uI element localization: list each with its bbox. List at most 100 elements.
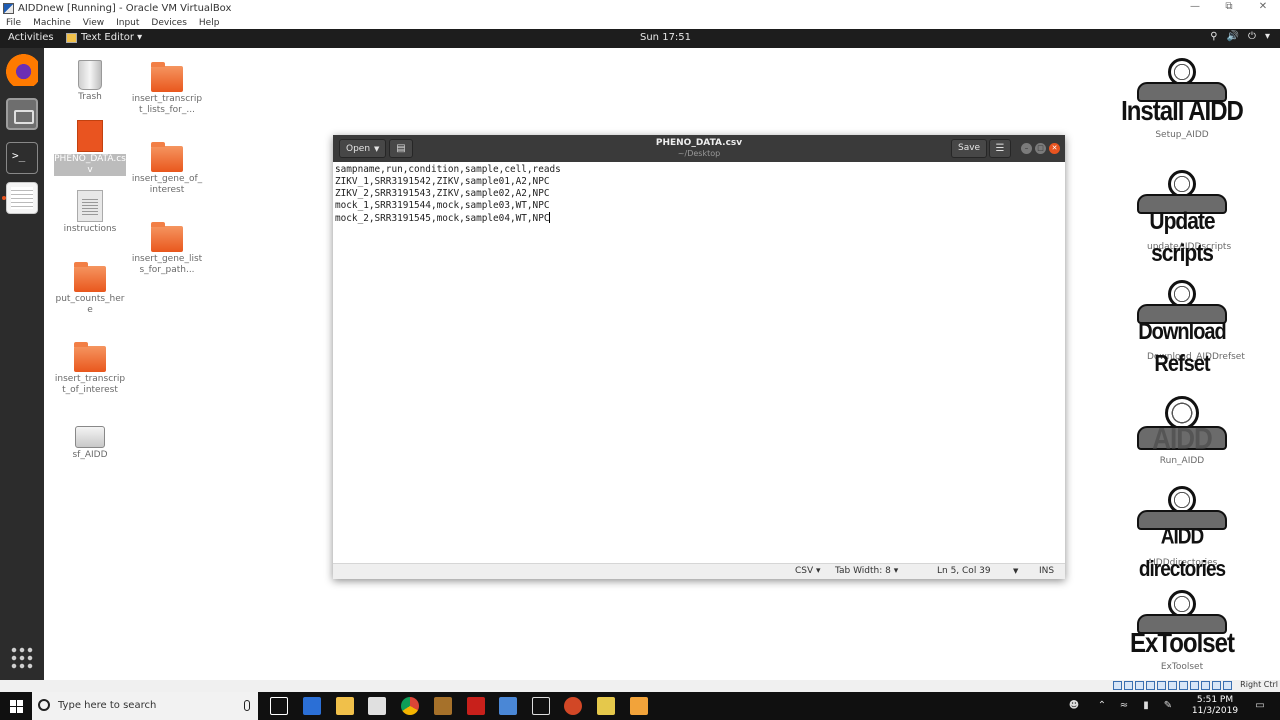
- task-view-icon[interactable]: [270, 697, 288, 715]
- hamburger-menu-button[interactable]: ☰: [989, 139, 1011, 158]
- desktop-icon-transcript-of-interest[interactable]: insert_transcript_of_interest: [54, 342, 126, 396]
- virtualbox-icon[interactable]: [499, 697, 517, 715]
- text-editor-area[interactable]: sampname,run,condition,sample,cell,reads…: [333, 162, 1065, 563]
- desktop-icon-put-counts[interactable]: put_counts_here: [54, 262, 126, 316]
- desktop-icon-label: put_counts_here: [55, 294, 125, 315]
- menu-help[interactable]: Help: [199, 18, 220, 28]
- desktop-icon-instructions[interactable]: instructions: [54, 190, 126, 235]
- powerpoint-icon[interactable]: [564, 697, 582, 715]
- desktop-icon-sf-aidd[interactable]: sf_AIDD: [54, 426, 126, 461]
- vbox-window-controls: — ⧉ ✕: [1178, 0, 1280, 16]
- menu-file[interactable]: File: [6, 18, 21, 28]
- optical-drive-icon[interactable]: [1124, 681, 1133, 690]
- desktop-icon-label: insert_transcript_of_interest: [54, 374, 126, 395]
- menu-view[interactable]: View: [83, 18, 104, 28]
- usb-icon[interactable]: [1157, 681, 1166, 690]
- desktop-icon-transcript-lists[interactable]: insert_transcript_lists_for_...: [131, 62, 203, 116]
- close-icon[interactable]: ✕: [1246, 0, 1280, 16]
- trash-icon: [78, 60, 102, 90]
- minimize-icon[interactable]: —: [1178, 0, 1212, 16]
- menu-devices[interactable]: Devices: [151, 18, 186, 28]
- windows-logo-icon: [10, 707, 16, 713]
- cursor-position[interactable]: Ln 5, Col 39: [937, 566, 991, 576]
- aidd-logo-icon: Update scripts: [1121, 170, 1243, 267]
- chrome-icon[interactable]: [401, 697, 419, 715]
- firefox-icon[interactable]: [6, 54, 38, 86]
- taskbar-time[interactable]: 5:51 PM: [1190, 695, 1240, 705]
- restore-icon[interactable]: ⧉: [1212, 0, 1246, 16]
- menu-input[interactable]: Input: [116, 18, 139, 28]
- minimize-button[interactable]: –: [1021, 143, 1032, 154]
- windows-logo-icon: [17, 707, 23, 713]
- pen-icon[interactable]: ✎: [1162, 700, 1174, 712]
- battery-icon[interactable]: ▮: [1140, 700, 1152, 712]
- system-tray[interactable]: ⚲ 🔊 ⏻ ▾: [1210, 31, 1270, 42]
- app-icon[interactable]: [434, 697, 452, 715]
- mail-icon[interactable]: [368, 697, 386, 715]
- microphone-icon[interactable]: [244, 700, 250, 711]
- files-icon[interactable]: [6, 98, 38, 130]
- text-editor-icon[interactable]: [6, 182, 38, 214]
- hard-disk-icon[interactable]: [1113, 681, 1122, 690]
- desktop-icon-pheno-data[interactable]: PHENO_DATA.csv: [54, 120, 126, 176]
- aidd-launcher-update[interactable]: Update scripts updateAIDDscripts: [1117, 170, 1247, 267]
- save-button[interactable]: Save: [951, 139, 988, 158]
- aidd-launcher-download[interactable]: Download Refset Download_AIDDrefset: [1117, 280, 1247, 377]
- aidd-launcher-extoolset[interactable]: ExToolset ExToolset: [1117, 590, 1247, 673]
- open-button[interactable]: Open ▼: [339, 139, 387, 158]
- insert-mode-indicator: INS: [1039, 566, 1055, 576]
- keyboard-icon[interactable]: [1223, 681, 1232, 690]
- aidd-launcher-directories[interactable]: AIDD directories AIDDdirectories: [1117, 486, 1247, 582]
- audio-icon[interactable]: [1135, 681, 1144, 690]
- desktop-icon-label: insert_transcript_lists_for_...: [131, 94, 203, 115]
- mouse-integration-icon[interactable]: [1212, 681, 1221, 690]
- chevron-down-icon: ▼: [374, 144, 380, 153]
- close-button[interactable]: ✕: [1049, 143, 1060, 154]
- acrobat-icon[interactable]: [467, 697, 485, 715]
- video-capture-icon[interactable]: [1190, 681, 1199, 690]
- aidd-launcher-run[interactable]: AIDD Run_AIDD: [1117, 396, 1247, 467]
- taskbar-search-box[interactable]: Type here to search: [32, 692, 258, 720]
- show-applications-icon[interactable]: [10, 646, 34, 670]
- shared-folder-icon[interactable]: [1168, 681, 1177, 690]
- chevron-up-icon[interactable]: ⌃: [1096, 700, 1108, 712]
- language-selector[interactable]: CSV ▾: [795, 566, 821, 576]
- file-explorer-icon[interactable]: [336, 697, 354, 715]
- aidd-logo-icon: Install AIDD: [1121, 58, 1244, 128]
- vbox-device-icons: [1113, 681, 1232, 690]
- virtualization-icon[interactable]: [1201, 681, 1210, 690]
- network-icon[interactable]: [1146, 681, 1155, 690]
- desktop-icon-label: instructions: [63, 224, 117, 234]
- aidd-logo-caption: AIDD directories: [1138, 525, 1226, 582]
- chevron-down-icon[interactable]: ▼: [1013, 567, 1018, 575]
- display-icon[interactable]: [1179, 681, 1188, 690]
- code-line: mock_1,SRR3191544,mock,sample03,WT,NPC: [335, 200, 550, 211]
- taskbar-date[interactable]: 11/3/2019: [1190, 706, 1240, 716]
- new-document-button[interactable]: ▤: [389, 139, 413, 158]
- desktop-icon-gene-lists[interactable]: insert_gene_lists_for_path...: [131, 222, 203, 276]
- maximize-button[interactable]: □: [1035, 143, 1046, 154]
- tab-width-selector[interactable]: Tab Width: 8 ▾: [835, 566, 898, 576]
- app-icon[interactable]: [630, 697, 648, 715]
- notification-icon[interactable]: ▭: [1254, 700, 1266, 712]
- aidd-launcher-install[interactable]: Install AIDD Setup_AIDD: [1117, 58, 1247, 141]
- people-icon[interactable]: ☻: [1068, 700, 1080, 712]
- desktop-icon-gene-of-interest[interactable]: insert_gene_of_interest: [131, 142, 203, 196]
- wifi-icon[interactable]: ≈: [1118, 700, 1130, 712]
- text-cursor: [549, 212, 551, 223]
- menu-machine[interactable]: Machine: [33, 18, 71, 28]
- vbox-statusbar: Right Ctrl: [0, 680, 1280, 692]
- desktop-icon-trash[interactable]: Trash: [54, 60, 126, 103]
- paint-icon[interactable]: [597, 697, 615, 715]
- terminal-icon[interactable]: [6, 142, 38, 174]
- app-menu[interactable]: Text Editor ▾: [66, 32, 142, 43]
- virtualbox-icon: [3, 2, 14, 14]
- folder-icon: [151, 142, 183, 172]
- start-button[interactable]: [0, 692, 32, 720]
- activities-button[interactable]: Activities: [8, 32, 54, 43]
- text-editor-window: Open ▼ ▤ PHENO_DATA.csv ~/Desktop Save ☰…: [333, 135, 1065, 579]
- store-icon[interactable]: [303, 697, 321, 715]
- code-line: sampname,run,condition,sample,cell,reads: [335, 164, 561, 175]
- calculator-icon[interactable]: [532, 697, 550, 715]
- panel-clock[interactable]: Sun 17:51: [640, 32, 691, 43]
